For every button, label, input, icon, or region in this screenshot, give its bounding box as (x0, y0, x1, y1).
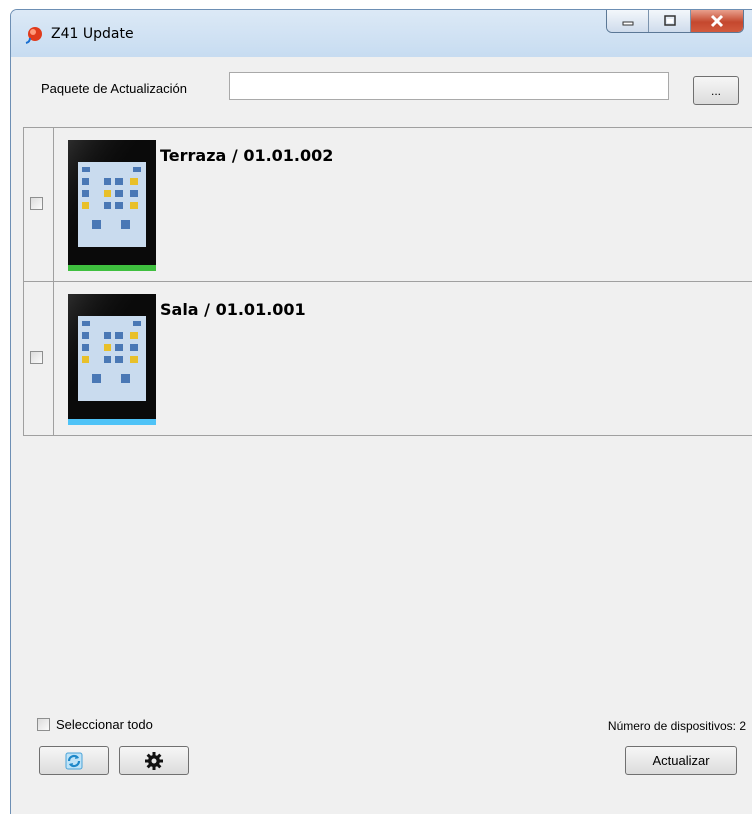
device-check-cell (24, 282, 54, 435)
settings-button[interactable] (119, 746, 189, 775)
device-name: Sala / 01.01.001 (160, 300, 306, 319)
touch-panel-image (68, 294, 156, 425)
device-checkbox[interactable] (30, 197, 43, 210)
package-label: Paquete de Actualización (41, 81, 187, 96)
app-window: Z41 Update Paquete de Actualización ... (10, 9, 752, 814)
device-check-cell (24, 128, 54, 281)
device-list: Terraza / 01.01.002 Sala / 01.01.001 (23, 127, 752, 436)
caption-buttons (606, 10, 744, 33)
package-path-input[interactable] (229, 72, 669, 100)
app-icon (25, 27, 42, 44)
device-name: Terraza / 01.01.002 (160, 146, 334, 165)
device-row[interactable]: Sala / 01.01.001 (23, 281, 752, 436)
refresh-button[interactable] (39, 746, 109, 775)
title-bar[interactable]: Z41 Update (11, 10, 752, 57)
device-count: Número de dispositivos: 2 (607, 719, 746, 733)
gear-icon (145, 751, 163, 770)
select-all-checkbox[interactable] (37, 718, 50, 731)
close-button[interactable] (691, 10, 743, 32)
maximize-icon (663, 15, 676, 26)
device-checkbox[interactable] (30, 351, 43, 364)
browse-button[interactable]: ... (693, 76, 739, 105)
minimize-button[interactable] (607, 10, 649, 32)
minimize-icon (622, 21, 633, 26)
touch-panel-image (68, 140, 156, 271)
select-all[interactable]: Seleccionar todo (37, 717, 153, 732)
window-title: Z41 Update (51, 26, 134, 42)
select-all-label: Seleccionar todo (56, 717, 153, 732)
client-area: Paquete de Actualización ... Terraza / 0… (19, 57, 752, 814)
update-button[interactable]: Actualizar (625, 746, 737, 775)
refresh-icon (65, 752, 83, 769)
maximize-button[interactable] (649, 10, 691, 32)
status-bar-blue (68, 419, 156, 425)
device-row[interactable]: Terraza / 01.01.002 (23, 127, 752, 282)
status-bar-green (68, 265, 156, 271)
close-icon (710, 14, 724, 28)
